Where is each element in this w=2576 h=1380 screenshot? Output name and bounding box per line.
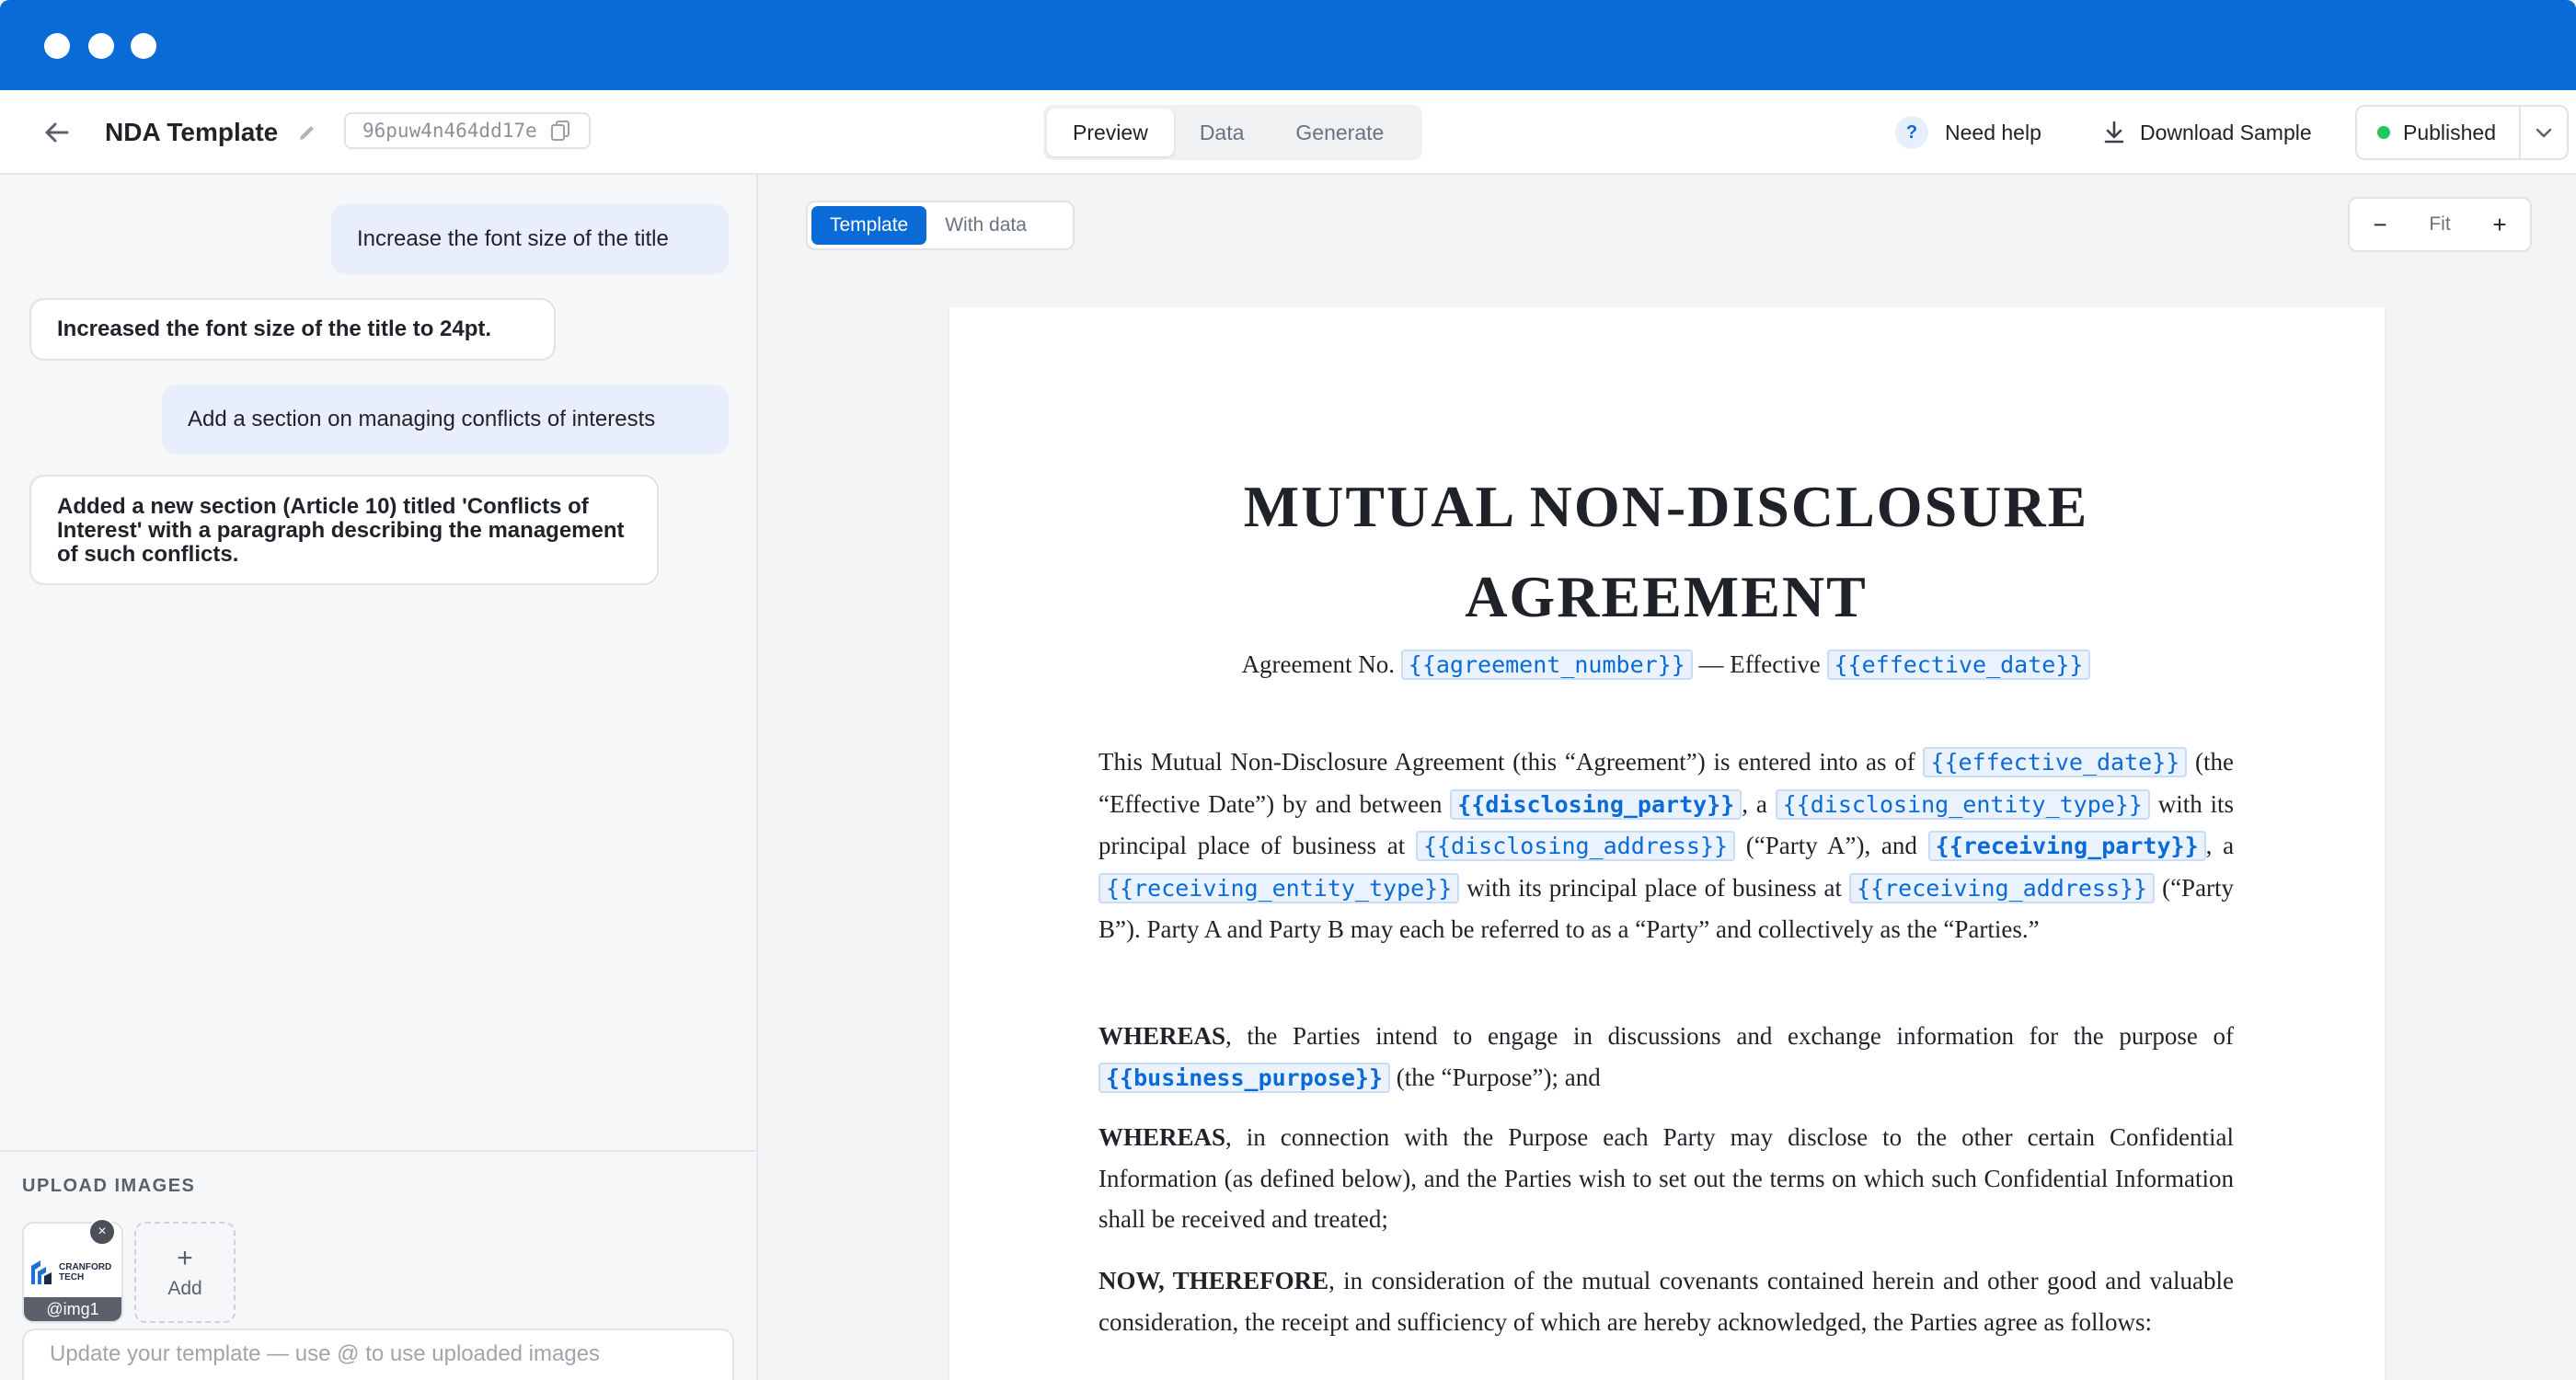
view-tabs: Preview Data Generate (1043, 105, 1422, 160)
chat-message-user: Increase the font size of the title (331, 204, 729, 274)
tab-preview[interactable]: Preview (1047, 109, 1174, 156)
document-paragraph: This Mutual Non-Disclosure Agreement (th… (1098, 747, 2235, 944)
upload-images-section: UPLOAD IMAGES CRANFORD TECH @img1 × + Add (0, 1150, 756, 1380)
app-header: NDA Template 96puw4n464dd17e Preview Dat… (0, 90, 2576, 175)
template-prompt-input[interactable] (24, 1330, 732, 1378)
download-sample-button[interactable]: Download Sample (2101, 110, 2312, 155)
document-paragraph: WHEREAS, the Parties intend to engage in… (1098, 1022, 2234, 1093)
chat-message-assistant: Increased the font size of the title to … (29, 298, 556, 361)
preview-panel: Template With data − Fit + MUTUAL NON-DI… (758, 175, 2576, 1380)
document-paragraph: WHEREAS, in connection with the Purpose … (1098, 1123, 2234, 1234)
template-id-badge: 96puw4n464dd17e (344, 112, 591, 149)
preview-mode-toggle: Template With data (806, 201, 1075, 250)
add-image-button[interactable]: + Add (134, 1222, 236, 1323)
chat-message-assistant: Added a new section (Article 10) titled … (29, 475, 659, 585)
window-maximize-dot[interactable] (131, 33, 156, 59)
document-subtitle: Agreement No. {{agreement_number}} — Eff… (1098, 646, 2234, 684)
document-paragraph: NOW, THEREFORE, in consideration of the … (1098, 1267, 2235, 1336)
chevron-down-icon[interactable] (2519, 105, 2569, 160)
pencil-icon[interactable] (293, 118, 322, 147)
chat-message-text: Increased the font size of the title to … (57, 316, 492, 341)
tab-data[interactable]: Data (1174, 109, 1271, 156)
zoom-out-button[interactable]: − (2366, 211, 2394, 238)
tab-generate[interactable]: Generate (1270, 109, 1409, 156)
placeholder-token[interactable]: {{effective_date}} (1923, 747, 2188, 777)
status-dot-icon (2377, 126, 2390, 139)
placeholder-token[interactable]: {{disclosing_party}} (1450, 788, 1742, 820)
window-close-dot[interactable] (44, 33, 70, 59)
download-sample-label: Download Sample (2140, 120, 2312, 144)
mode-with-data-button[interactable]: With data (926, 206, 1045, 245)
placeholder-token[interactable]: {{receiving_entity_type}} (1098, 872, 1460, 903)
template-prompt-field (22, 1328, 734, 1380)
question-mark-icon: ? (1895, 116, 1928, 149)
need-help-button[interactable]: ? Need help (1895, 110, 2041, 155)
placeholder-token[interactable]: {{receiving_address}} (1849, 872, 2156, 903)
document-page: MUTUAL NON-DISCLOSURE AGREEMENT Agreement… (949, 307, 2385, 1380)
chat-message-text: Add a section on managing conflicts of i… (188, 407, 656, 431)
zoom-in-button[interactable]: + (2486, 211, 2513, 238)
zoom-fit-label[interactable]: Fit (2429, 213, 2450, 236)
placeholder-token[interactable]: {{agreement_number}} (1400, 650, 1693, 680)
chat-panel: Increase the font size of the title Incr… (0, 175, 758, 1380)
placeholder-token[interactable]: {{business_purpose}} (1098, 1062, 1391, 1093)
download-icon (2101, 120, 2127, 145)
document-title: MUTUAL NON-DISCLOSURE AGREEMENT (1243, 474, 2089, 629)
copy-icon[interactable] (548, 119, 572, 143)
placeholder-token[interactable]: {{effective_date}} (1826, 650, 2091, 680)
chat-message-user: Add a section on managing conflicts of i… (162, 385, 729, 454)
window-titlebar (0, 0, 2576, 90)
add-image-label: Add (167, 1278, 202, 1299)
remove-image-close-icon[interactable]: × (88, 1218, 116, 1246)
placeholder-token[interactable]: {{disclosing_entity_type}} (1775, 788, 2150, 820)
template-id-text: 96puw4n464dd17e (362, 120, 537, 142)
upload-images-heading: UPLOAD IMAGES (22, 1176, 196, 1196)
window-minimize-dot[interactable] (88, 33, 114, 59)
plus-icon: + (177, 1243, 193, 1273)
need-help-label: Need help (1945, 120, 2041, 144)
mode-template-button[interactable]: Template (811, 206, 927, 245)
cranford-tech-logo: CRANFORD TECH (28, 1257, 120, 1288)
publish-status-button[interactable]: Published (2355, 105, 2530, 160)
chat-message-text: Added a new section (Article 10) titled … (57, 494, 625, 567)
zoom-control: − Fit + (2348, 197, 2532, 252)
publish-status-label: Published (2403, 120, 2497, 144)
back-arrow-icon[interactable] (37, 112, 77, 153)
placeholder-token[interactable]: {{disclosing_address}} (1415, 831, 1736, 862)
placeholder-token[interactable]: {{receiving_party}} (1927, 831, 2206, 862)
template-title: NDA Template (105, 118, 279, 146)
image-tag-label: @img1 (24, 1297, 121, 1321)
chat-message-text: Increase the font size of the title (357, 226, 669, 251)
